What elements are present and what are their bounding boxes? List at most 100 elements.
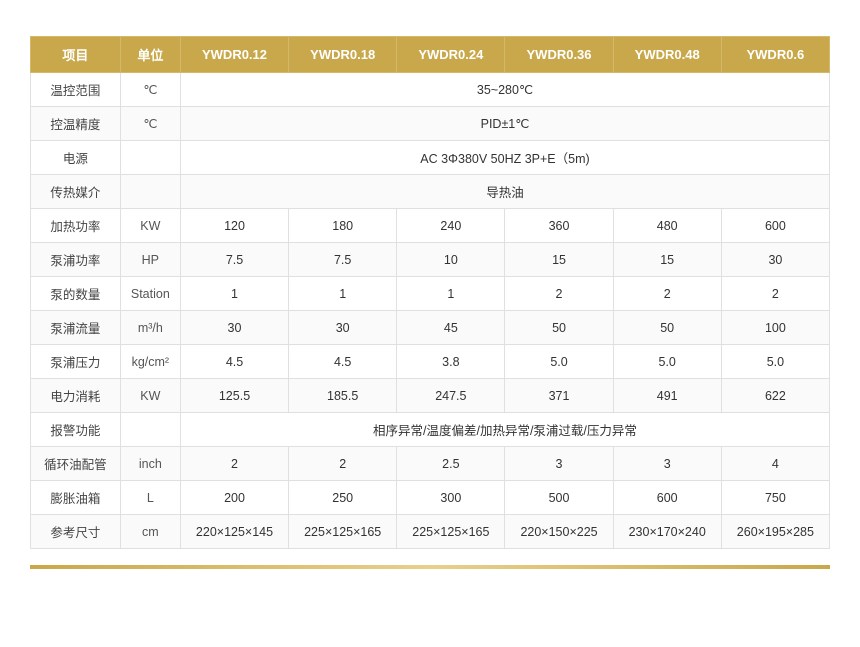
col-header-ywdr06: YWDR0.6	[721, 37, 829, 73]
row-cell: 10	[397, 243, 505, 277]
row-label: 控温精度	[31, 107, 121, 141]
table-row: 泵浦功率HP7.57.510151530	[31, 243, 830, 277]
row-cell: 50	[505, 311, 613, 345]
table-row: 泵浦压力kg/cm²4.54.53.85.05.05.0	[31, 345, 830, 379]
col-header-item: 项目	[31, 37, 121, 73]
row-cell: 4.5	[289, 345, 397, 379]
col-header-ywdr018: YWDR0.18	[289, 37, 397, 73]
row-cell: 2	[180, 447, 288, 481]
row-cell: 600	[613, 481, 721, 515]
row-cell: 2	[505, 277, 613, 311]
row-cell: 240	[397, 209, 505, 243]
row-span-value: 35~280℃	[180, 73, 829, 107]
row-cell: 220×150×225	[505, 515, 613, 549]
table-row: 电力消耗KW125.5185.5247.5371491622	[31, 379, 830, 413]
table-row: 报警功能 相序异常/温度偏差/加热异常/泵浦过载/压力异常	[31, 413, 830, 447]
row-cell: 480	[613, 209, 721, 243]
row-cell: 5.0	[613, 345, 721, 379]
row-cell: 50	[613, 311, 721, 345]
row-cell: 3	[505, 447, 613, 481]
row-label: 报警功能	[31, 413, 121, 447]
row-unit	[120, 413, 180, 447]
row-cell: 2	[289, 447, 397, 481]
row-span-value: 导热油	[180, 175, 829, 209]
row-cell: 371	[505, 379, 613, 413]
table-row: 传热媒介 导热油	[31, 175, 830, 209]
row-cell: 1	[180, 277, 288, 311]
row-span-value: PID±1℃	[180, 107, 829, 141]
row-unit: HP	[120, 243, 180, 277]
row-cell: 125.5	[180, 379, 288, 413]
table-row: 泵浦流量m³/h3030455050100	[31, 311, 830, 345]
row-cell: 30	[721, 243, 829, 277]
row-label: 电源	[31, 141, 121, 175]
row-cell: 30	[180, 311, 288, 345]
row-span-value: AC 3Φ380V 50HZ 3P+E（5m)	[180, 141, 829, 175]
row-label: 泵浦流量	[31, 311, 121, 345]
col-header-unit: 单位	[120, 37, 180, 73]
table-row: 膨胀油箱L200250300500600750	[31, 481, 830, 515]
row-label: 参考尺寸	[31, 515, 121, 549]
row-label: 膨胀油箱	[31, 481, 121, 515]
row-label: 传热媒介	[31, 175, 121, 209]
page-container: 项目 单位 YWDR0.12 YWDR0.18 YWDR0.24 YWDR0.3…	[0, 0, 860, 589]
row-cell: 120	[180, 209, 288, 243]
row-cell: 500	[505, 481, 613, 515]
table-row: 电源 AC 3Φ380V 50HZ 3P+E（5m)	[31, 141, 830, 175]
row-cell: 180	[289, 209, 397, 243]
row-cell: 230×170×240	[613, 515, 721, 549]
row-cell: 250	[289, 481, 397, 515]
row-cell: 200	[180, 481, 288, 515]
row-unit: KW	[120, 379, 180, 413]
row-cell: 1	[397, 277, 505, 311]
row-cell: 5.0	[721, 345, 829, 379]
row-cell: 600	[721, 209, 829, 243]
row-cell: 30	[289, 311, 397, 345]
row-cell: 2	[721, 277, 829, 311]
bottom-line	[30, 565, 830, 569]
row-unit: cm	[120, 515, 180, 549]
row-cell: 4.5	[180, 345, 288, 379]
row-label: 电力消耗	[31, 379, 121, 413]
col-header-ywdr024: YWDR0.24	[397, 37, 505, 73]
row-unit: ℃	[120, 107, 180, 141]
row-cell: 225×125×165	[397, 515, 505, 549]
row-cell: 2	[613, 277, 721, 311]
row-cell: 7.5	[180, 243, 288, 277]
row-label: 泵浦功率	[31, 243, 121, 277]
row-cell: 225×125×165	[289, 515, 397, 549]
table-row: 泵的数量Station111222	[31, 277, 830, 311]
col-header-ywdr048: YWDR0.48	[613, 37, 721, 73]
row-cell: 2.5	[397, 447, 505, 481]
row-cell: 185.5	[289, 379, 397, 413]
row-label: 温控范围	[31, 73, 121, 107]
row-cell: 360	[505, 209, 613, 243]
row-cell: 260×195×285	[721, 515, 829, 549]
row-cell: 5.0	[505, 345, 613, 379]
table-row: 温控范围℃35~280℃	[31, 73, 830, 107]
row-cell: 750	[721, 481, 829, 515]
row-cell: 622	[721, 379, 829, 413]
col-header-ywdr012: YWDR0.12	[180, 37, 288, 73]
row-unit: ℃	[120, 73, 180, 107]
row-unit: Station	[120, 277, 180, 311]
row-cell: 247.5	[397, 379, 505, 413]
row-label: 加热功率	[31, 209, 121, 243]
row-cell: 100	[721, 311, 829, 345]
row-unit: inch	[120, 447, 180, 481]
parameter-table: 项目 单位 YWDR0.12 YWDR0.18 YWDR0.24 YWDR0.3…	[30, 36, 830, 549]
row-unit: KW	[120, 209, 180, 243]
row-cell: 3.8	[397, 345, 505, 379]
table-row: 加热功率KW120180240360480600	[31, 209, 830, 243]
table-row: 参考尺寸cm220×125×145225×125×165225×125×1652…	[31, 515, 830, 549]
row-cell: 300	[397, 481, 505, 515]
row-unit	[120, 175, 180, 209]
row-span-value: 相序异常/温度偏差/加热异常/泵浦过载/压力异常	[180, 413, 829, 447]
row-cell: 45	[397, 311, 505, 345]
col-header-ywdr036: YWDR0.36	[505, 37, 613, 73]
row-unit: L	[120, 481, 180, 515]
table-header-row: 项目 单位 YWDR0.12 YWDR0.18 YWDR0.24 YWDR0.3…	[31, 37, 830, 73]
row-cell: 7.5	[289, 243, 397, 277]
row-cell: 15	[613, 243, 721, 277]
row-cell: 491	[613, 379, 721, 413]
